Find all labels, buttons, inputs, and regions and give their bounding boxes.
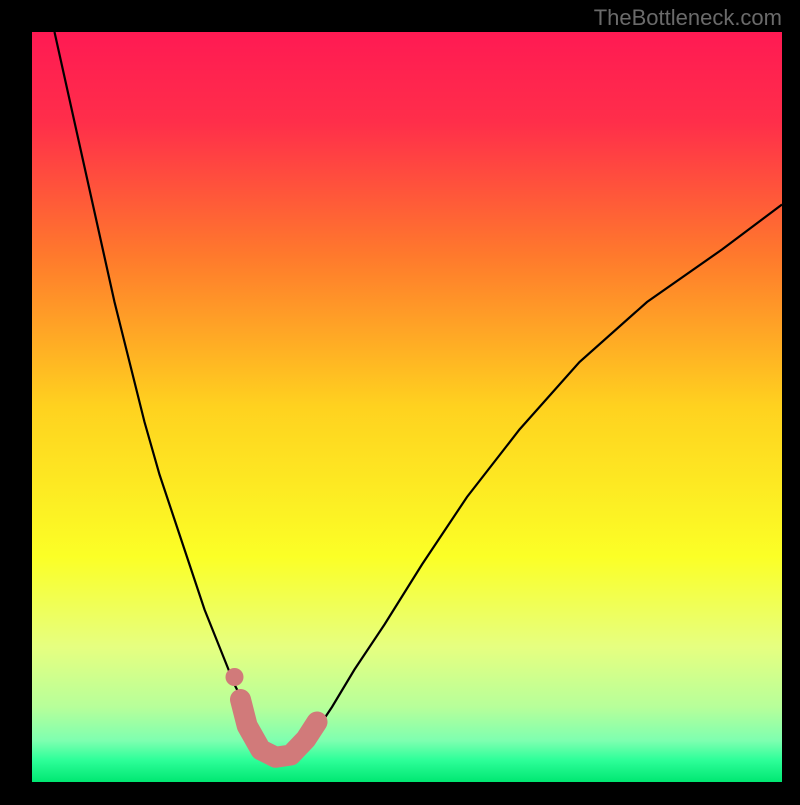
chart-svg	[0, 0, 800, 800]
plot-background	[32, 32, 782, 782]
watermark-text: TheBottleneck.com	[594, 5, 782, 31]
bottleneck-chart	[0, 0, 800, 800]
optimum-dot	[226, 668, 244, 686]
